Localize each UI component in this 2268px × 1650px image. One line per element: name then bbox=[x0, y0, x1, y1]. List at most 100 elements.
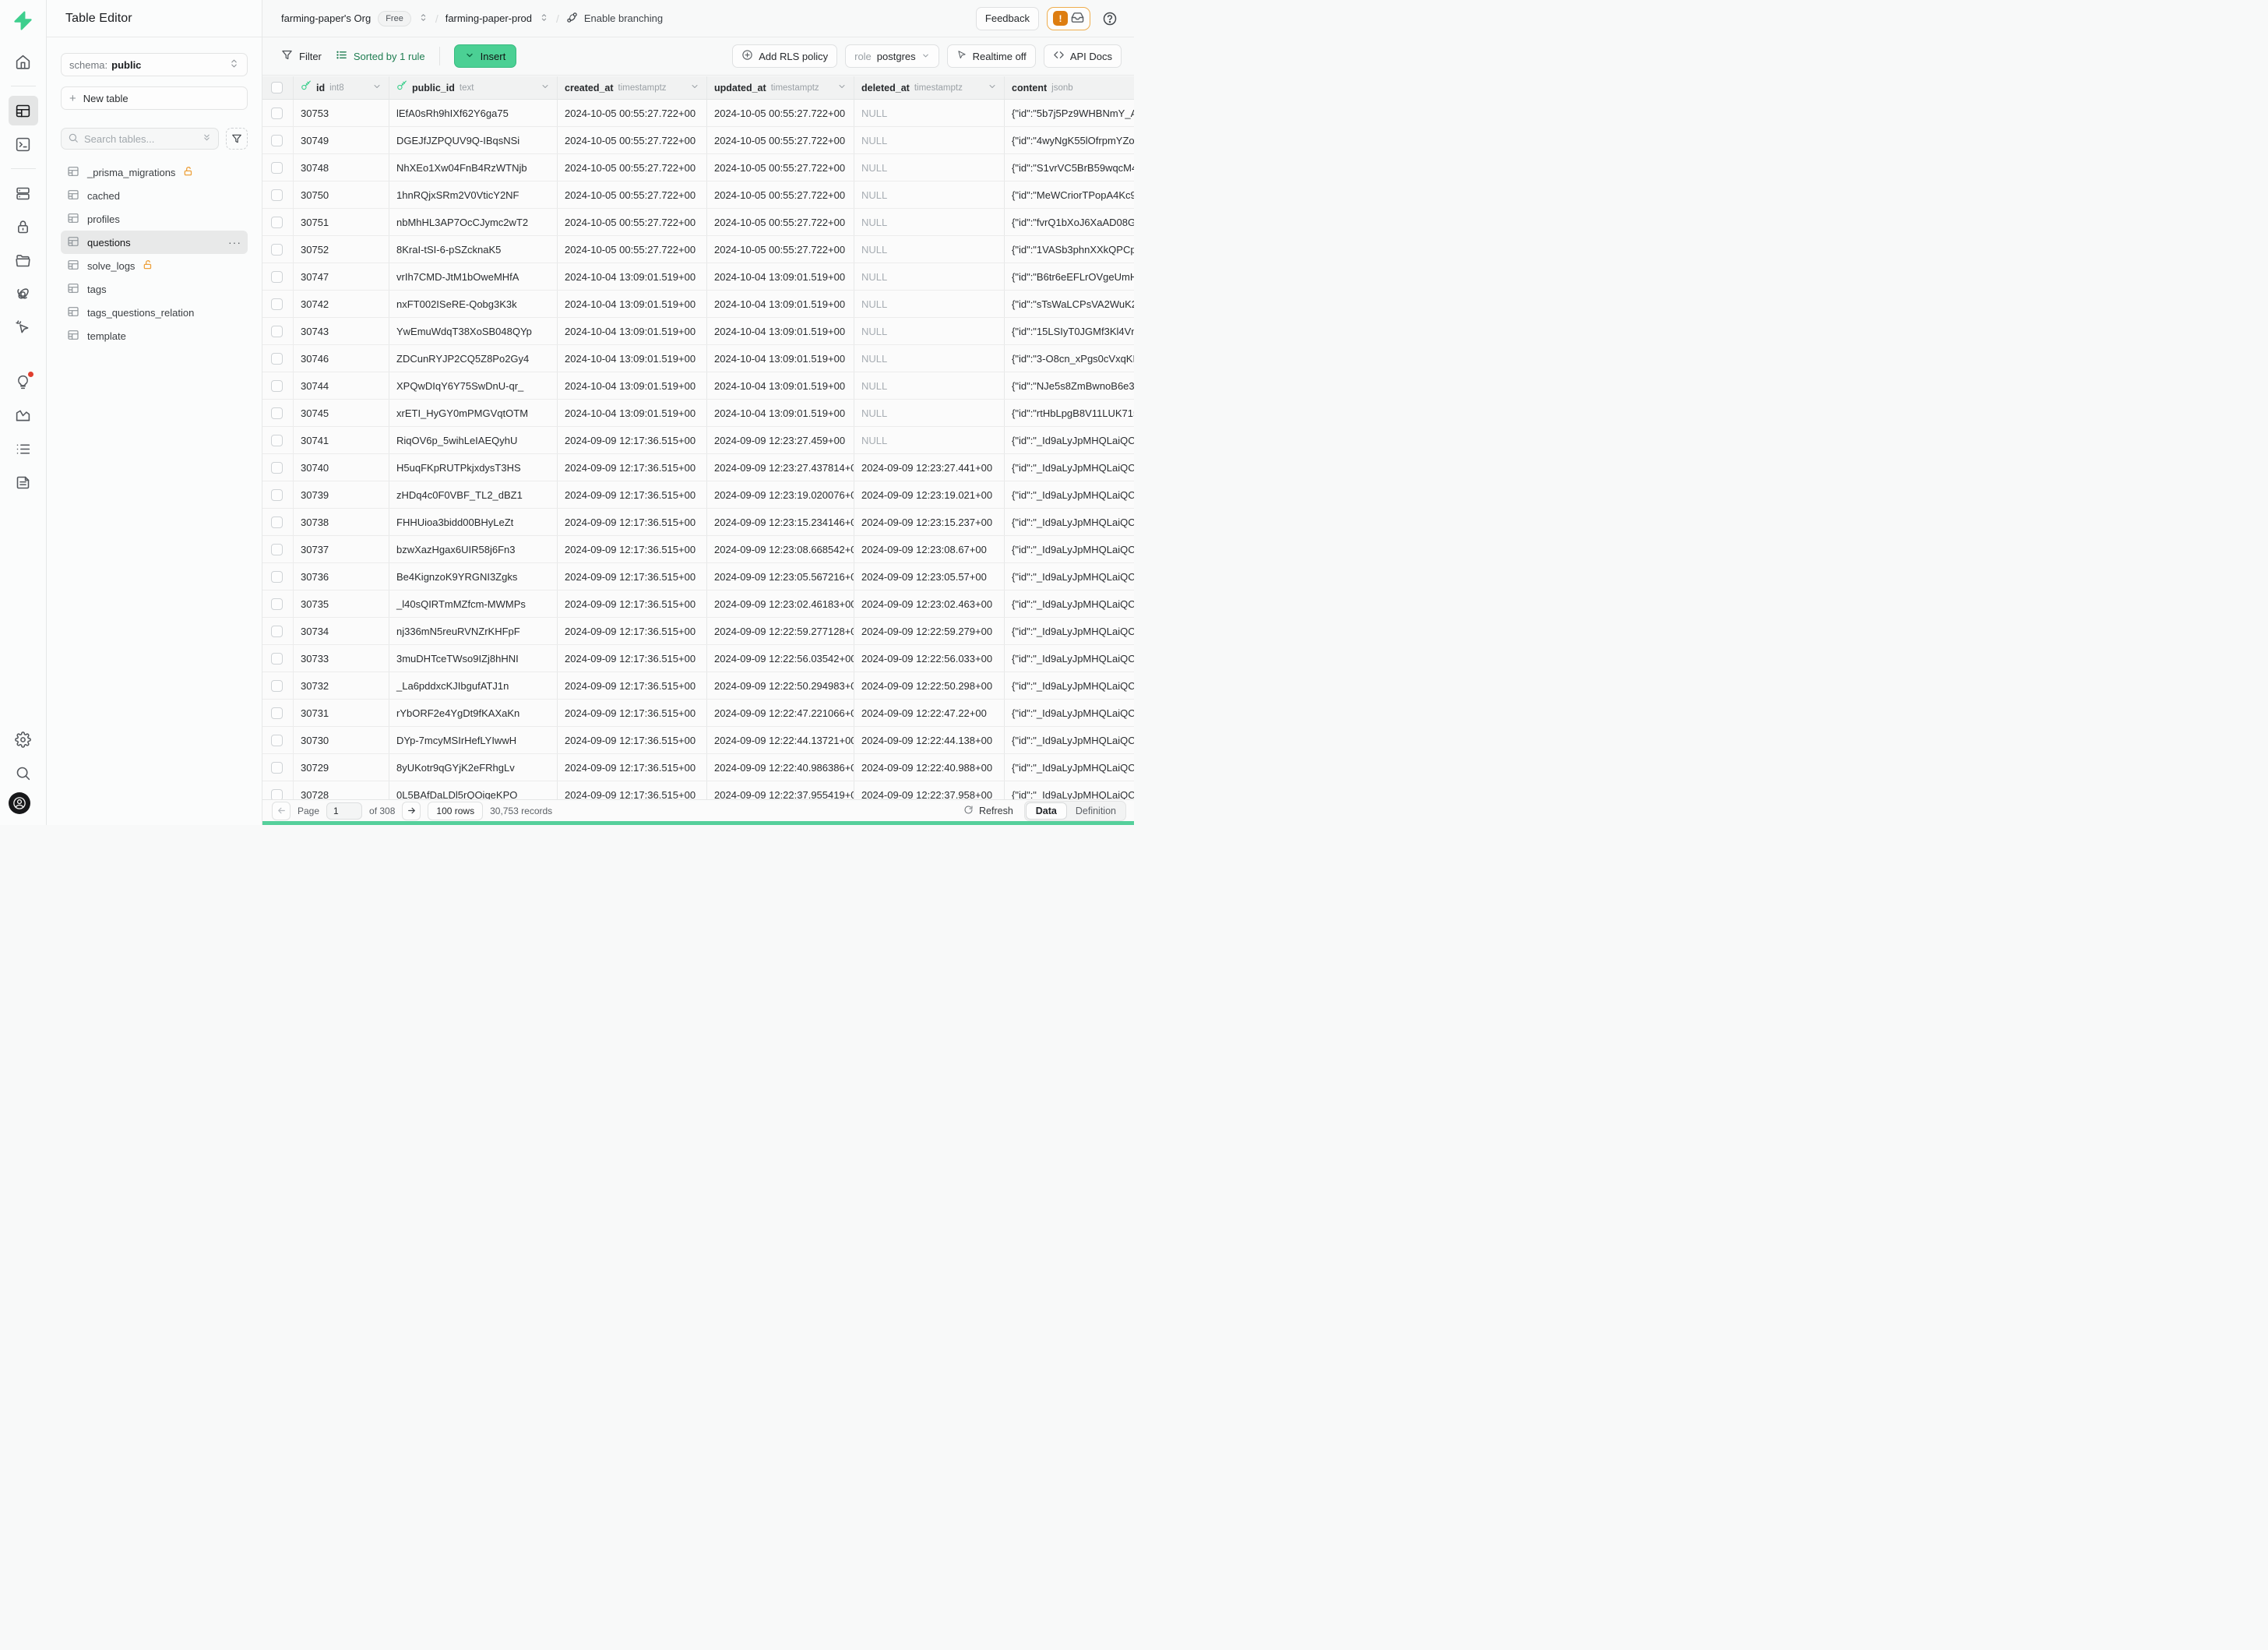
cell-public_id[interactable]: nbMhHL3AP7OcCJymc2wT2 bbox=[389, 209, 558, 235]
cell-deleted_at[interactable]: NULL bbox=[854, 100, 1005, 126]
row-checkbox[interactable] bbox=[271, 244, 283, 256]
cell-updated_at[interactable]: 2024-10-04 13:09:01.519+00 bbox=[707, 291, 854, 317]
refresh-button[interactable]: Refresh bbox=[963, 805, 1013, 817]
cell-deleted_at[interactable]: 2024-09-09 12:23:05.57+00 bbox=[854, 563, 1005, 590]
cell-content[interactable]: {"id":"S1vrVC5BrB59wqcM4 bbox=[1005, 154, 1134, 181]
cell-content[interactable]: {"id":"_Id9aLyJpMHQLaiQC bbox=[1005, 754, 1134, 781]
cell-updated_at[interactable]: 2024-09-09 12:23:05.567216+00 bbox=[707, 563, 854, 590]
cell-public_id[interactable]: 3muDHTceTWso9IZj8hHNI bbox=[389, 645, 558, 672]
row-checkbox[interactable] bbox=[271, 353, 283, 365]
cell-deleted_at[interactable]: NULL bbox=[854, 263, 1005, 290]
cell-updated_at[interactable]: 2024-10-05 00:55:27.722+00 bbox=[707, 236, 854, 263]
cell-id[interactable]: 30732 bbox=[294, 672, 389, 699]
cell-public_id[interactable]: vrIh7CMD-JtM1bOweMHfA bbox=[389, 263, 558, 290]
column-menu-icon[interactable] bbox=[690, 81, 699, 95]
cell-deleted_at[interactable]: 2024-09-09 12:23:02.463+00 bbox=[854, 591, 1005, 617]
cell-content[interactable]: {"id":"sTsWaLCPsVA2WuK2 bbox=[1005, 291, 1134, 317]
column-header-deleted_at[interactable]: deleted_attimestamptz bbox=[854, 76, 1005, 99]
row-checkbox[interactable] bbox=[271, 598, 283, 610]
cell-content[interactable]: {"id":"3-O8cn_xPgs0cVxqKE bbox=[1005, 345, 1134, 372]
notifications-button[interactable]: ! bbox=[1047, 7, 1090, 30]
table-editor-icon[interactable] bbox=[9, 96, 38, 125]
cell-created_at[interactable]: 2024-09-09 12:17:36.515+00 bbox=[558, 481, 707, 508]
cell-public_id[interactable]: nxFT002ISeRE-Qobg3K3k bbox=[389, 291, 558, 317]
database-icon[interactable] bbox=[9, 178, 38, 208]
row-checkbox[interactable] bbox=[271, 217, 283, 228]
cell-public_id[interactable]: nj336mN5reuRVNZrKHFpF bbox=[389, 618, 558, 644]
schema-select[interactable]: schema: public bbox=[61, 53, 248, 76]
column-menu-icon[interactable] bbox=[837, 81, 847, 95]
cell-deleted_at[interactable]: NULL bbox=[854, 154, 1005, 181]
select-all-checkbox[interactable] bbox=[271, 82, 283, 93]
row-checkbox[interactable] bbox=[271, 653, 283, 665]
cell-public_id[interactable]: ZDCunRYJP2CQ5Z8Po2Gy4 bbox=[389, 345, 558, 372]
rows-per-page-button[interactable]: 100 rows bbox=[428, 802, 483, 820]
cell-id[interactable]: 30747 bbox=[294, 263, 389, 290]
row-checkbox[interactable] bbox=[271, 380, 283, 392]
reports-chart-icon[interactable] bbox=[9, 400, 38, 430]
cell-content[interactable]: {"id":"_Id9aLyJpMHQLaiQC bbox=[1005, 591, 1134, 617]
cell-content[interactable]: {"id":"rtHbLpgB8V11LUK7152 bbox=[1005, 400, 1134, 426]
org-switcher-icon[interactable] bbox=[418, 12, 428, 25]
cell-deleted_at[interactable]: NULL bbox=[854, 291, 1005, 317]
cell-created_at[interactable]: 2024-09-09 12:17:36.515+00 bbox=[558, 672, 707, 699]
insert-button[interactable]: Insert bbox=[454, 44, 517, 68]
cell-id[interactable]: 30730 bbox=[294, 727, 389, 753]
sidebar-table-cached[interactable]: cached bbox=[61, 184, 248, 207]
cell-public_id[interactable]: 1hnRQjxSRm2V0VticY2NF bbox=[389, 182, 558, 208]
cell-public_id[interactable]: H5uqFKpRUTPkjxdysT3HS bbox=[389, 454, 558, 481]
cell-updated_at[interactable]: 2024-10-04 13:09:01.519+00 bbox=[707, 400, 854, 426]
cell-updated_at[interactable]: 2024-10-05 00:55:27.722+00 bbox=[707, 100, 854, 126]
role-select[interactable]: role postgres bbox=[845, 44, 939, 68]
cell-deleted_at[interactable]: 2024-09-09 12:22:44.138+00 bbox=[854, 727, 1005, 753]
cell-updated_at[interactable]: 2024-10-04 13:09:01.519+00 bbox=[707, 318, 854, 344]
cell-updated_at[interactable]: 2024-09-09 12:22:37.955419+00 bbox=[707, 781, 854, 799]
sidebar-table-_prisma_migrations[interactable]: _prisma_migrations bbox=[61, 160, 248, 184]
cell-updated_at[interactable]: 2024-09-09 12:22:44.13721+00 bbox=[707, 727, 854, 753]
cell-id[interactable]: 30729 bbox=[294, 754, 389, 781]
cell-created_at[interactable]: 2024-10-04 13:09:01.519+00 bbox=[558, 291, 707, 317]
realtime-toggle-button[interactable]: Realtime off bbox=[947, 44, 1036, 68]
cell-public_id[interactable]: Be4KignzoK9YRGNI3Zgks bbox=[389, 563, 558, 590]
row-checkbox[interactable] bbox=[271, 571, 283, 583]
sql-editor-icon[interactable] bbox=[9, 129, 38, 159]
cell-id[interactable]: 30736 bbox=[294, 563, 389, 590]
cell-updated_at[interactable]: 2024-09-09 12:22:59.277128+00 bbox=[707, 618, 854, 644]
cell-content[interactable]: {"id":"B6tr6eEFLrOVgeUmH bbox=[1005, 263, 1134, 290]
cell-created_at[interactable]: 2024-10-04 13:09:01.519+00 bbox=[558, 345, 707, 372]
row-checkbox[interactable] bbox=[271, 762, 283, 774]
tab-data[interactable]: Data bbox=[1026, 802, 1067, 820]
home-icon[interactable] bbox=[9, 47, 38, 76]
cell-id[interactable]: 30752 bbox=[294, 236, 389, 263]
row-checkbox[interactable] bbox=[271, 707, 283, 719]
cell-deleted_at[interactable]: 2024-09-09 12:22:50.298+00 bbox=[854, 672, 1005, 699]
cell-updated_at[interactable]: 2024-10-05 00:55:27.722+00 bbox=[707, 127, 854, 153]
cell-content[interactable]: {"id":"_Id9aLyJpMHQLaiQC bbox=[1005, 700, 1134, 726]
cell-id[interactable]: 30731 bbox=[294, 700, 389, 726]
cell-public_id[interactable]: _La6pddxcKJIbgufATJ1n bbox=[389, 672, 558, 699]
sort-button[interactable]: Sorted by 1 rule bbox=[336, 49, 425, 63]
cell-deleted_at[interactable]: NULL bbox=[854, 345, 1005, 372]
api-docs-button[interactable]: API Docs bbox=[1044, 44, 1122, 68]
cell-updated_at[interactable]: 2024-09-09 12:23:08.668542+00 bbox=[707, 536, 854, 562]
column-menu-icon[interactable] bbox=[541, 81, 550, 95]
row-checkbox[interactable] bbox=[271, 489, 283, 501]
cell-created_at[interactable]: 2024-09-09 12:17:36.515+00 bbox=[558, 781, 707, 799]
plan-badge[interactable]: Free bbox=[378, 11, 411, 26]
cell-content[interactable]: {"id":"NJe5s8ZmBwnoB6e3 bbox=[1005, 372, 1134, 399]
cell-id[interactable]: 30739 bbox=[294, 481, 389, 508]
cell-deleted_at[interactable]: NULL bbox=[854, 400, 1005, 426]
cell-created_at[interactable]: 2024-10-05 00:55:27.722+00 bbox=[558, 209, 707, 235]
cell-updated_at[interactable]: 2024-10-04 13:09:01.519+00 bbox=[707, 263, 854, 290]
cell-created_at[interactable]: 2024-09-09 12:17:36.515+00 bbox=[558, 563, 707, 590]
cell-content[interactable]: {"id":"15LSIyT0JGMf3Kl4Vn bbox=[1005, 318, 1134, 344]
cell-public_id[interactable]: _l40sQIRTmMZfcm-MWMPs bbox=[389, 591, 558, 617]
cell-public_id[interactable]: bzwXazHgax6UIR58j6Fn3 bbox=[389, 536, 558, 562]
cell-content[interactable]: {"id":"_Id9aLyJpMHQLaiQC bbox=[1005, 536, 1134, 562]
cell-deleted_at[interactable]: NULL bbox=[854, 427, 1005, 453]
supabase-logo-icon[interactable] bbox=[12, 10, 33, 35]
cell-content[interactable]: {"id":"1VASb3phnXXkQPCpw bbox=[1005, 236, 1134, 263]
cell-id[interactable]: 30753 bbox=[294, 100, 389, 126]
cell-id[interactable]: 30744 bbox=[294, 372, 389, 399]
cell-created_at[interactable]: 2024-10-04 13:09:01.519+00 bbox=[558, 372, 707, 399]
